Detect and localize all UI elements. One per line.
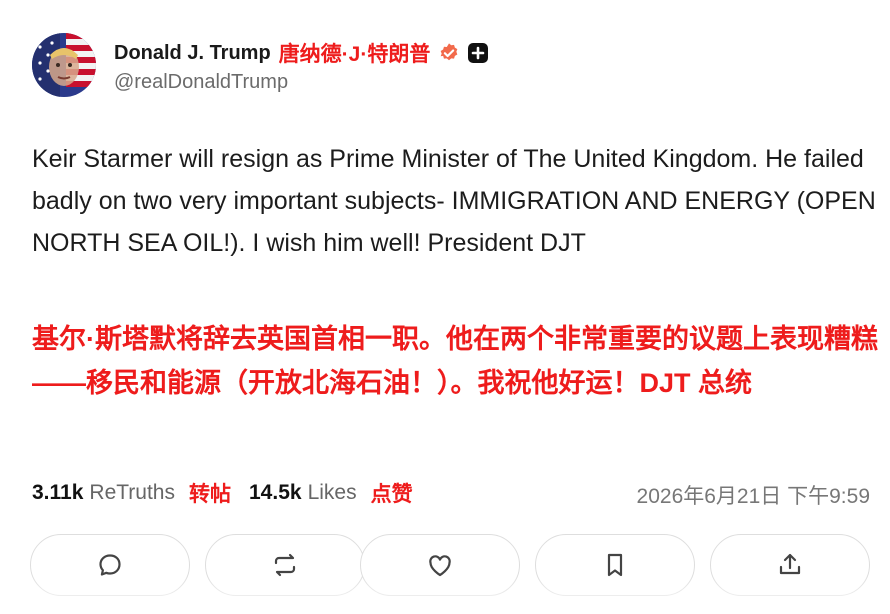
retruth-icon: [274, 553, 296, 577]
author-name[interactable]: Donald J. Trump: [114, 42, 271, 65]
flag-portrait-avatar-icon: [32, 33, 96, 97]
likes-count[interactable]: 14.5k: [249, 481, 302, 505]
retruth-button[interactable]: [205, 534, 365, 596]
post-timestamp: 2026年6月21日 下午9:59: [636, 485, 870, 508]
plus-badge-icon: [468, 43, 489, 63]
retruths-label[interactable]: ReTruths: [89, 481, 175, 505]
retruths-translation: 转帖: [189, 483, 231, 506]
share-icon: [779, 553, 801, 575]
like-icon: [429, 555, 451, 577]
author-name-translation: 唐纳德·J·特朗普: [278, 43, 431, 66]
like-button[interactable]: [360, 534, 520, 596]
verified-badge-icon: [438, 42, 460, 64]
likes-translation: 点赞: [370, 483, 413, 506]
author-handle[interactable]: @realDonaldTrump: [114, 71, 288, 94]
post-stats: 3.11k ReTruths 转帖 14.5k Likes 点赞: [32, 478, 431, 508]
bookmark-icon: [607, 553, 623, 577]
likes-label[interactable]: Likes: [308, 481, 357, 505]
share-button[interactable]: [710, 534, 870, 596]
reply-icon: [99, 554, 121, 576]
post-text: Keir Starmer will resign as Prime Minist…: [32, 145, 876, 257]
retruths-count[interactable]: 3.11k: [32, 481, 83, 505]
bookmark-button[interactable]: [535, 534, 695, 596]
reply-button[interactable]: [30, 534, 190, 596]
author-name-row: Donald J. Trump 唐纳德·J·特朗普: [114, 38, 489, 68]
avatar[interactable]: [32, 33, 96, 97]
post-translation: 基尔·斯塔默将辞去英国首相一职。他在两个非常重要的议题上表现糟糕——移民和能源（…: [32, 324, 878, 398]
